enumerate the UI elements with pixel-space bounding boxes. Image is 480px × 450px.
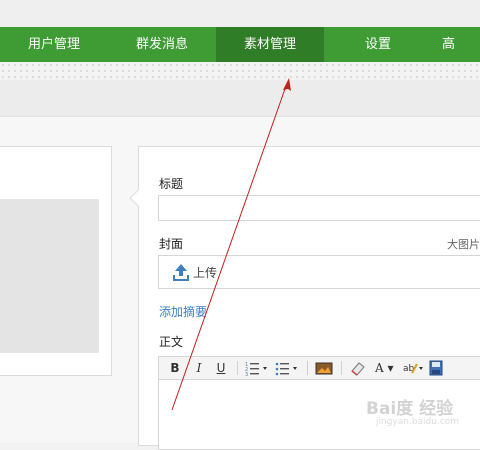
rich-text-toolbar: B I U 1 2 3 A ▾ ab	[158, 356, 480, 380]
upload-icon	[173, 264, 189, 281]
article-preview-card[interactable]	[0, 146, 112, 376]
title-label: 标题	[159, 177, 184, 191]
italic-icon[interactable]: I	[193, 360, 205, 376]
bold-icon[interactable]: B	[169, 360, 181, 376]
main-nav: 用户管理 群发消息 素材管理 设置 高	[0, 27, 480, 62]
upload-label: 上传	[193, 266, 218, 280]
body-label: 正文	[159, 335, 184, 349]
svg-text:3: 3	[245, 372, 248, 376]
watermark-logo: Bai度 经验	[366, 399, 454, 419]
title-input[interactable]	[158, 195, 480, 221]
toolbar-separator	[237, 361, 238, 375]
ordered-list-icon[interactable]: 1 2 3	[245, 360, 269, 376]
nav-item-settings[interactable]: 设置	[324, 27, 432, 62]
nav-item-advanced[interactable]: 高	[432, 27, 468, 62]
cover-image-placeholder	[0, 199, 99, 353]
sub-header-bar	[0, 80, 480, 117]
upload-area[interactable]: 上传	[158, 255, 480, 289]
top-strip	[0, 0, 480, 27]
add-summary-link[interactable]: 添加摘要	[159, 303, 207, 320]
font-color-letter: A	[375, 361, 384, 375]
image-icon[interactable]	[315, 360, 333, 376]
font-color-icon[interactable]: A ▾	[375, 360, 399, 376]
cover-size-hint: 大图片	[447, 238, 480, 251]
nav-item-broadcast[interactable]: 群发消息	[108, 27, 216, 62]
underline-icon[interactable]: U	[215, 360, 227, 376]
toolbar-separator	[341, 361, 342, 375]
highlight-icon[interactable]: ab	[403, 360, 425, 376]
nav-item-users[interactable]: 用户管理	[0, 27, 108, 62]
save-icon[interactable]	[429, 360, 443, 376]
cover-label: 封面	[159, 237, 184, 251]
toolbar-separator	[307, 361, 308, 375]
unordered-list-icon[interactable]	[275, 360, 299, 376]
watermark-url: jingyan.baidu.com	[376, 417, 460, 427]
nav-item-materials[interactable]: 素材管理	[216, 27, 324, 62]
eraser-icon[interactable]	[349, 360, 367, 376]
dotted-divider	[0, 62, 480, 80]
